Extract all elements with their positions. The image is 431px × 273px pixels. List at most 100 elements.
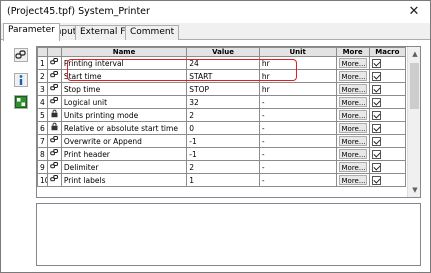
macro-checkbox[interactable] — [371, 137, 381, 146]
grid-icon — [15, 96, 27, 108]
link-icon — [47, 134, 62, 148]
row-number: 2 — [37, 69, 49, 83]
description-box — [36, 203, 421, 266]
close-button[interactable]: ✕ — [406, 4, 422, 20]
row-number: 6 — [37, 121, 49, 135]
more-button[interactable]: More... — [338, 136, 367, 146]
param-value-cell[interactable]: 0 — [186, 121, 260, 135]
table-row[interactable]: 8 Print header -1- More... — [37, 147, 407, 161]
table-row[interactable]: 3 Stop time STOP hr More... — [37, 82, 407, 96]
scroll-thumb[interactable] — [410, 63, 419, 109]
table-row[interactable]: 7 Overwrite or Append -1- More... — [37, 134, 407, 148]
header-macro: Macro — [368, 47, 407, 57]
parameter-grid: Name Value Unit More Macro 1 Printing int… — [36, 46, 421, 198]
param-unit-cell[interactable]: - — [258, 173, 337, 187]
param-name-cell: Units printing mode — [60, 108, 188, 122]
macro-cell — [368, 69, 407, 83]
more-cell: More... — [335, 95, 370, 109]
vertical-scrollbar[interactable]: ▲ ▼ — [407, 47, 420, 197]
param-unit-cell[interactable]: - — [258, 160, 337, 174]
param-name-cell: Delimiter — [60, 160, 188, 174]
tab-bar: Parameter Input External Files Comment — [1, 23, 430, 41]
more-button[interactable]: More... — [338, 58, 367, 68]
macro-checkbox[interactable] — [371, 150, 381, 159]
table-row[interactable]: 1 Printing interval 24 hr More... — [37, 56, 407, 70]
info-icon — [19, 75, 23, 85]
title-bar: (Project45.tpf) System_Printer ✕ — [1, 1, 430, 23]
scroll-down-arrow[interactable]: ▼ — [408, 183, 420, 197]
more-cell: More... — [335, 56, 370, 70]
param-value-cell[interactable]: 2 — [186, 108, 260, 122]
macro-cell — [368, 173, 407, 187]
param-unit-cell[interactable]: hr — [258, 69, 337, 83]
tab-parameter[interactable]: Parameter — [3, 23, 60, 41]
param-name-cell: Print labels — [60, 173, 188, 187]
tab-comment[interactable]: Comment — [125, 25, 180, 40]
param-value-cell[interactable]: -1 — [186, 147, 260, 161]
param-unit-cell[interactable]: - — [258, 134, 337, 148]
macro-checkbox[interactable] — [371, 72, 381, 81]
more-cell: More... — [335, 82, 370, 96]
table-row[interactable]: 9 Delimiter 2- More... — [37, 160, 407, 174]
more-button[interactable]: More... — [338, 84, 367, 94]
table-row[interactable]: 6 Relative or absolute start time 0- More..… — [37, 121, 407, 135]
param-value-cell[interactable]: 2 — [186, 160, 260, 174]
param-unit-cell[interactable]: hr — [258, 56, 337, 70]
macro-checkbox[interactable] — [371, 111, 381, 120]
param-value-cell[interactable]: 1 — [186, 173, 260, 187]
param-unit-cell[interactable]: - — [258, 95, 337, 109]
param-value-cell[interactable]: -1 — [186, 134, 260, 148]
row-number: 3 — [37, 82, 49, 96]
param-value-cell[interactable]: 32 — [186, 95, 260, 109]
row-number: 5 — [37, 108, 49, 122]
macro-checkbox[interactable] — [371, 98, 381, 107]
macro-checkbox[interactable] — [371, 85, 381, 94]
macro-checkbox[interactable] — [371, 176, 381, 185]
macro-cell — [368, 160, 407, 174]
header-unit: Unit — [258, 47, 337, 57]
parameter-panel: Name Value Unit More Macro 1 Printing int… — [1, 40, 430, 272]
more-cell: More... — [335, 108, 370, 122]
grid-header-row: Name Value Unit More Macro — [37, 47, 407, 57]
table-row[interactable]: 10 Print labels1-More... — [37, 173, 407, 187]
more-button[interactable]: More... — [338, 149, 367, 159]
header-icon — [47, 47, 62, 57]
more-button[interactable]: More... — [338, 162, 367, 172]
header-name: Name — [60, 47, 188, 57]
more-cell: More... — [335, 147, 370, 161]
more-cell: More... — [335, 69, 370, 83]
param-value-cell[interactable]: STOP — [186, 82, 260, 96]
link-icon — [15, 50, 26, 59]
info-button[interactable] — [14, 73, 28, 87]
lock-icon — [47, 121, 62, 135]
link-button[interactable] — [14, 48, 28, 62]
param-value-cell[interactable]: START — [186, 69, 260, 83]
link-icon — [47, 160, 62, 174]
param-value-cell[interactable]: 24 — [186, 56, 260, 70]
more-button[interactable]: More... — [338, 97, 367, 107]
param-unit-cell[interactable]: - — [258, 108, 337, 122]
table-row[interactable]: 4 Logical unit 32- More... — [37, 95, 407, 109]
macro-checkbox[interactable] — [371, 59, 381, 68]
macro-checkbox[interactable] — [371, 124, 381, 133]
macro-cell — [368, 147, 407, 161]
scroll-up-arrow[interactable]: ▲ — [408, 47, 420, 61]
more-button[interactable]: More... — [338, 123, 367, 133]
more-button[interactable]: More... — [338, 71, 367, 81]
param-name-cell: Overwrite or Append — [60, 134, 188, 148]
param-unit-cell[interactable]: - — [258, 147, 337, 161]
link-icon — [47, 173, 62, 187]
param-name-cell: Start time — [60, 69, 188, 83]
param-unit-cell[interactable]: - — [258, 121, 337, 135]
macro-checkbox[interactable] — [371, 163, 381, 172]
more-button[interactable]: More... — [338, 110, 367, 120]
table-row[interactable]: 2 Start time START hr More... — [37, 69, 407, 83]
more-button[interactable]: More... — [338, 175, 367, 185]
table-row[interactable]: 5 Units printing mode 2- More... — [37, 108, 407, 122]
macro-cell — [368, 95, 407, 109]
macro-grid-button[interactable] — [14, 95, 28, 109]
param-unit-cell[interactable]: hr — [258, 82, 337, 96]
window-title: (Project45.tpf) System_Printer — [7, 6, 150, 17]
lock-icon — [47, 108, 62, 122]
header-more: More — [335, 47, 370, 57]
